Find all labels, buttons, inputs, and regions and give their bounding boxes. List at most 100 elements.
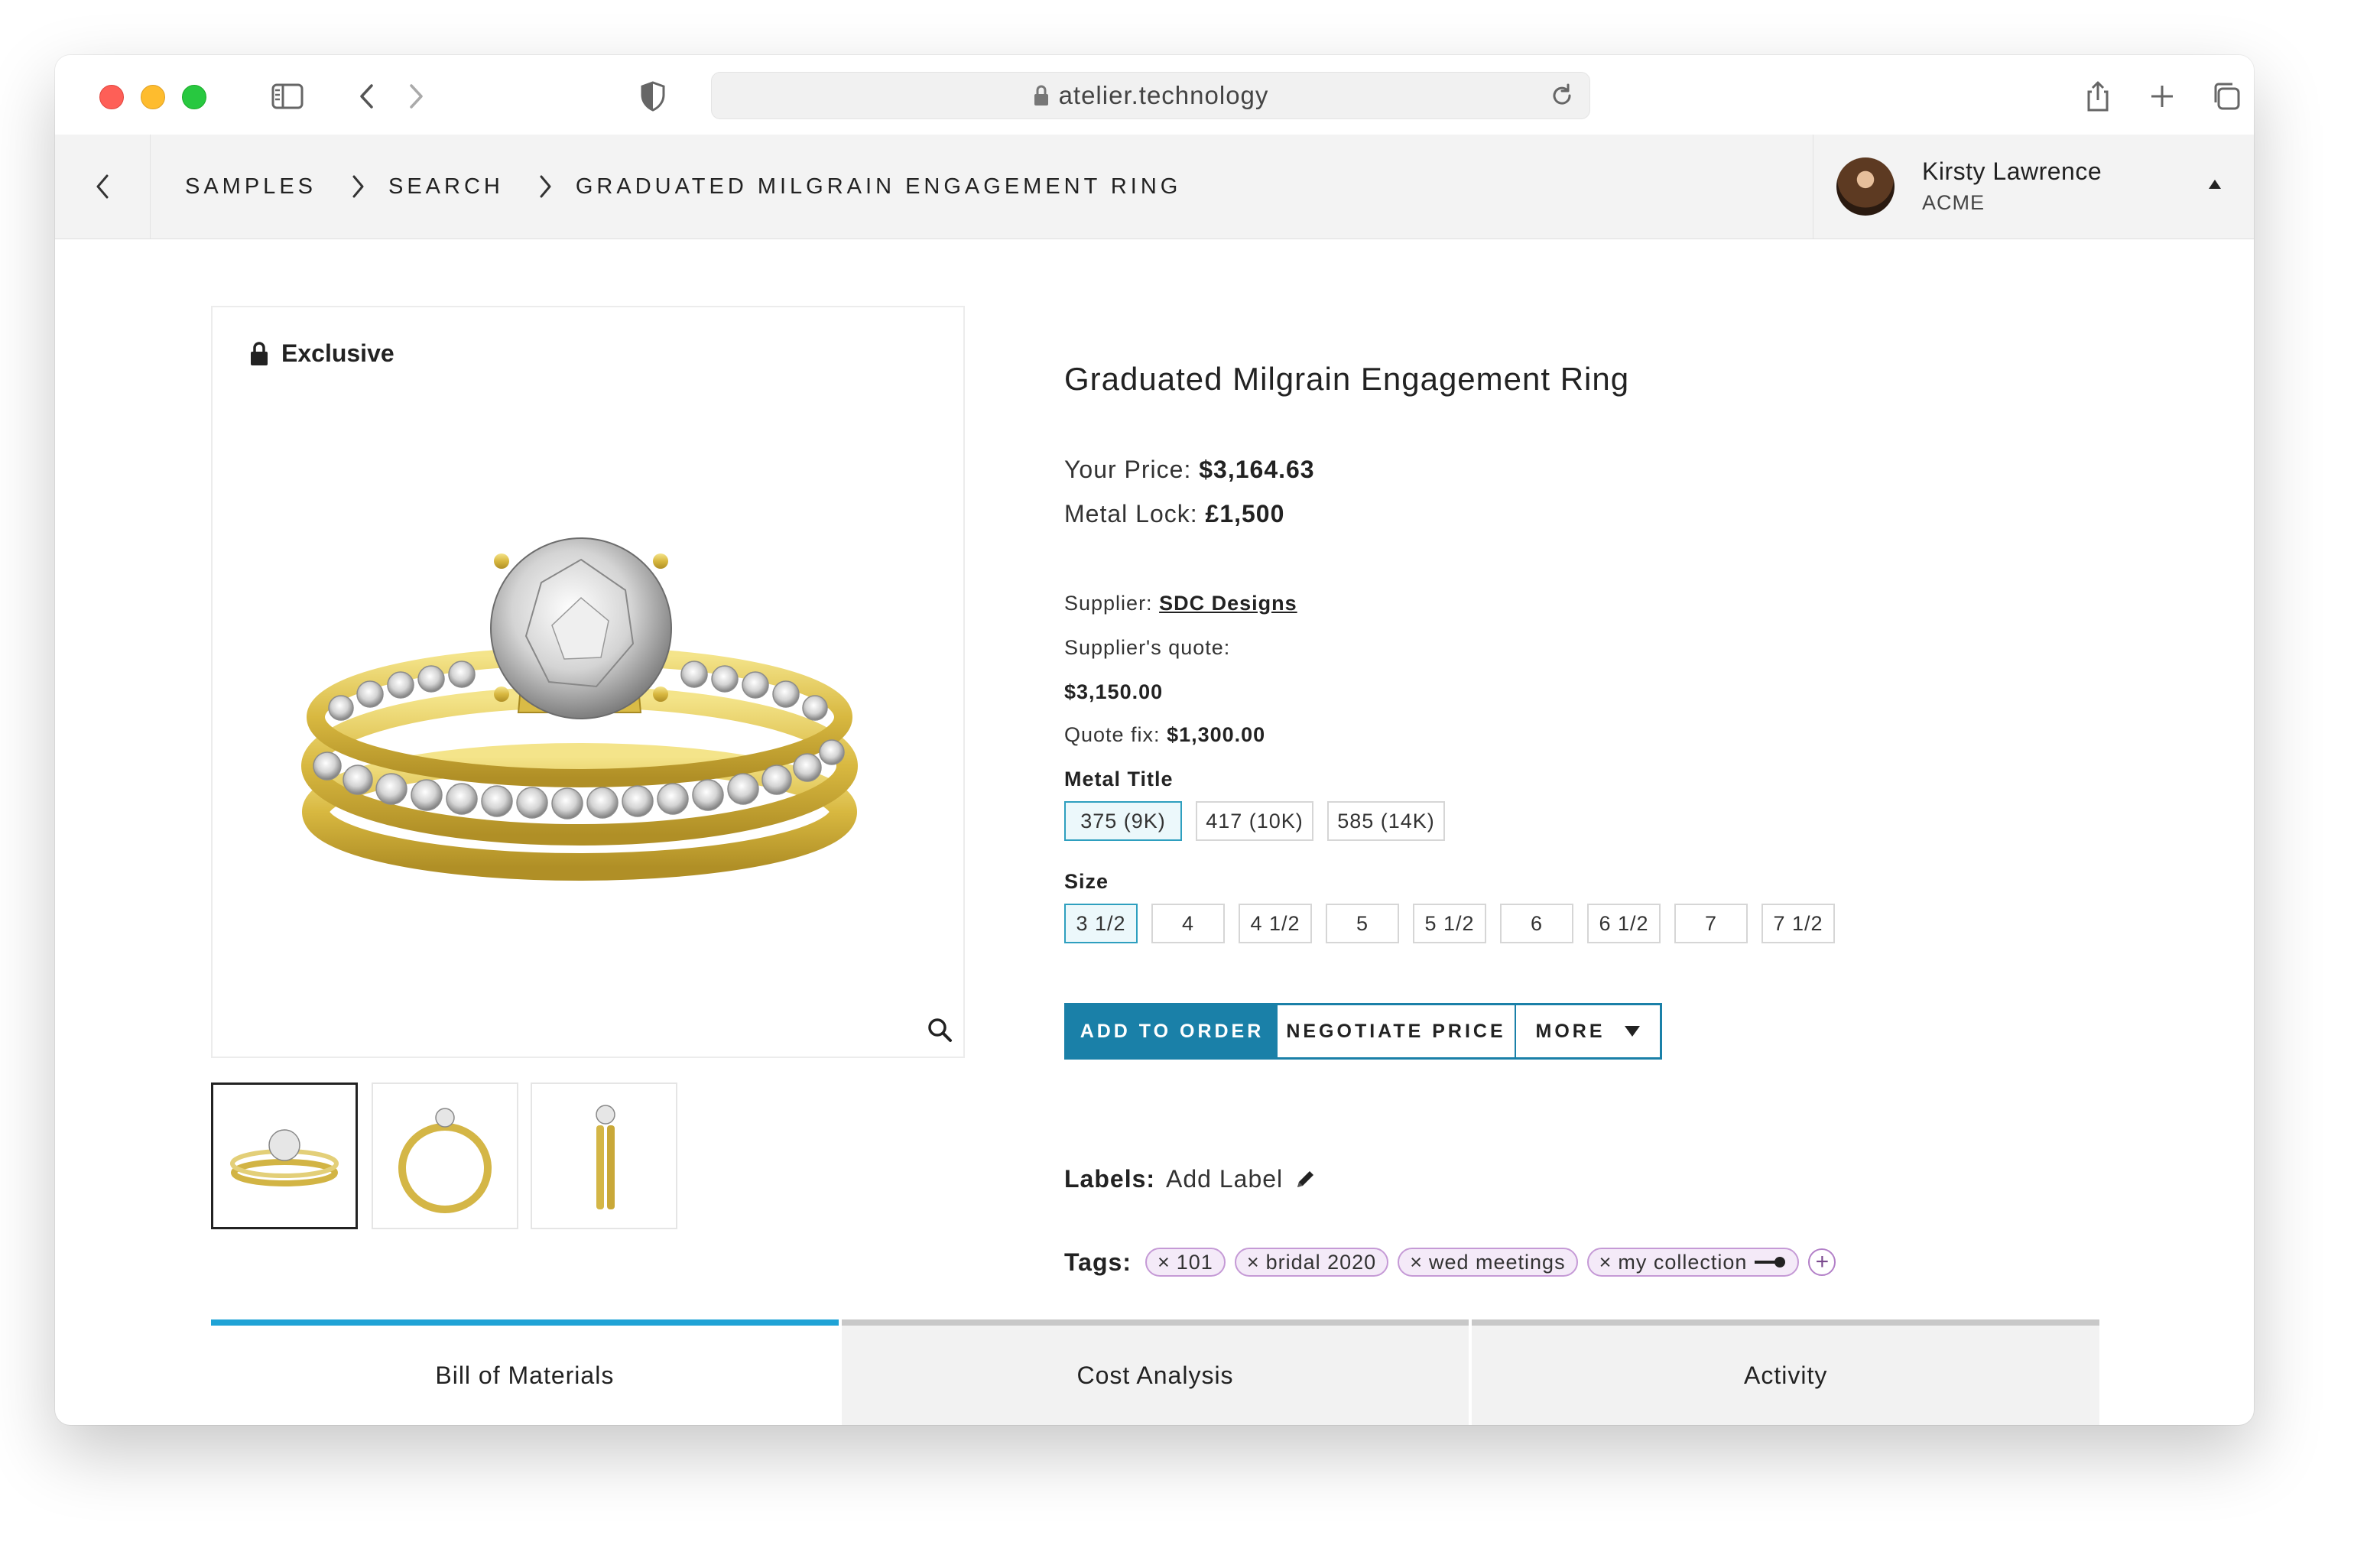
tag-text: wed meetings [1428,1250,1566,1274]
tag-chip[interactable]: × wed meetings [1398,1248,1578,1277]
chevron-right-icon [350,174,365,199]
breadcrumb-search[interactable]: SEARCH [388,174,504,200]
metal-option[interactable]: 375 (9K) [1064,801,1182,841]
remove-tag-icon[interactable]: × [1410,1251,1423,1274]
close-window-button[interactable] [99,85,124,109]
lock-icon [1034,85,1048,105]
breadcrumb-current: GRADUATED MILGRAIN ENGAGEMENT RING [575,174,1182,199]
tab-bill-of-materials[interactable]: Bill of Materials [211,1319,839,1425]
shield-icon[interactable] [632,75,674,118]
metal-lock-value: £1,500 [1205,500,1285,527]
tag-chip[interactable]: × 101 [1145,1248,1226,1277]
avatar [1836,157,1895,216]
app-header: SAMPLES SEARCH GRADUATED MILGRAIN ENGAGE… [55,135,2254,239]
lock-icon [251,341,268,365]
labels-label: Labels: [1064,1165,1156,1193]
user-name: Kirsty Lawrence [1922,157,2102,185]
quote-fix-value: $1,300.00 [1167,723,1266,746]
size-option[interactable]: 7 [1674,904,1748,943]
breadcrumb: SAMPLES SEARCH GRADUATED MILGRAIN ENGAGE… [185,135,1181,239]
add-tag-button[interactable]: + [1808,1248,1836,1276]
thumbnail-2[interactable] [372,1082,518,1229]
exclusive-badge: Exclusive [249,339,395,368]
supplier-label: Supplier: [1064,592,1153,615]
metal-title-label: Metal Title [1064,768,1174,790]
zoom-window-button[interactable] [182,85,206,109]
more-dropdown-button[interactable]: MORE [1516,1005,1660,1057]
reload-icon[interactable] [1548,82,1576,109]
tags-label: Tags: [1064,1248,1132,1276]
negotiate-price-button[interactable]: NEGOTIATE PRICE [1278,1005,1516,1057]
size-option[interactable]: 5 [1326,904,1399,943]
tag-text: my collection [1618,1250,1748,1274]
url-text: atelier.technology [1058,81,1269,109]
quote-fix-label: Quote fix: [1064,723,1161,746]
product-image [301,537,858,881]
remove-tag-icon[interactable]: × [1599,1251,1612,1274]
product-image-viewer[interactable]: Exclusive [211,306,965,1058]
metal-lock-label: Metal Lock: [1064,500,1198,527]
quote-fix: Quote fix: $1,300.00 [1064,723,1265,747]
add-label-link[interactable]: Add Label [1166,1165,1283,1193]
chevron-right-icon[interactable] [395,75,437,118]
chevron-left-icon[interactable] [346,75,388,118]
tab-activity[interactable]: Activity [1472,1319,2100,1425]
tag-chip[interactable]: × bridal 2020 [1234,1248,1389,1277]
tab-cost-analysis[interactable]: Cost Analysis [841,1319,1469,1425]
metal-option[interactable]: 585 (14K) [1327,801,1445,841]
supplier-quote-amount: $3,150.00 [1064,680,1164,703]
user-menu[interactable]: Kirsty Lawrence ACME [1813,135,2254,239]
plus-icon[interactable] [2141,75,2184,118]
your-price: Your Price: $3,164.63 [1064,456,1315,484]
thumbnail-1[interactable] [211,1082,358,1229]
supplier: Supplier: SDC Designs [1064,592,1297,615]
tag-text: 101 [1176,1250,1213,1274]
breadcrumb-samples[interactable]: SAMPLES [185,174,317,200]
browser-window: atelier.technology SAMPLES SEARCH GRADUA… [55,55,2254,1425]
labels-row: Labels: Add Label [1064,1165,1317,1193]
product-title: Graduated Milgrain Engagement Ring [1064,361,1630,397]
metal-option[interactable]: 417 (10K) [1196,801,1313,841]
chevron-right-icon [537,174,553,199]
user-org: ACME [1922,191,1985,214]
remove-tag-icon[interactable]: × [1158,1251,1171,1274]
size-option[interactable]: 3 1/2 [1064,904,1138,943]
caret-down-icon [1624,1026,1640,1037]
size-option[interactable]: 4 [1151,904,1225,943]
remove-tag-icon[interactable]: × [1247,1251,1260,1274]
address-bar[interactable]: atelier.technology [711,72,1590,119]
size-option[interactable]: 4 1/2 [1239,904,1312,943]
thumbnail-3[interactable] [531,1082,677,1229]
sidebar-icon[interactable] [266,75,309,118]
browser-toolbar: atelier.technology [55,55,2254,135]
share-icon[interactable] [2076,75,2119,118]
plus-icon: + [1815,1249,1830,1274]
supplier-quote-value: $3,150.00 [1064,680,1163,704]
supplier-quote-label: Supplier's quote: [1064,636,1231,659]
minimize-window-button[interactable] [141,85,165,109]
tag-chip[interactable]: × my collection [1586,1248,1800,1277]
chevron-left-icon [96,174,109,199]
tags-row: Tags: × 101 × bridal 2020 × wed meetings × m… [1064,1248,1836,1277]
tag-text: bridal 2020 [1265,1250,1377,1274]
caret-up-icon[interactable] [2208,179,2222,190]
tabs-overview-icon[interactable] [2205,75,2248,118]
metal-lock: Metal Lock: £1,500 [1064,500,1284,528]
action-button-group: ADD TO ORDER NEGOTIATE PRICE MORE [1064,1003,1662,1060]
more-label: MORE [1535,1020,1606,1042]
supplier-link[interactable]: SDC Designs [1159,592,1297,615]
add-to-order-button[interactable]: ADD TO ORDER [1067,1005,1278,1057]
key-icon [1755,1257,1786,1267]
your-price-label: Your Price: [1064,456,1192,483]
zoom-icon[interactable] [927,1017,953,1043]
detail-tabs: Bill of Materials Cost Analysis Activity [211,1319,2100,1425]
your-price-value: $3,164.63 [1199,456,1315,483]
exclusive-label: Exclusive [281,339,395,367]
size-option[interactable]: 7 1/2 [1761,904,1835,943]
size-option[interactable]: 6 1/2 [1587,904,1661,943]
size-option[interactable]: 6 [1500,904,1573,943]
back-button[interactable] [55,135,151,239]
size-option[interactable]: 5 1/2 [1413,904,1486,943]
size-label: Size [1064,870,1109,893]
pencil-icon[interactable] [1294,1168,1317,1191]
